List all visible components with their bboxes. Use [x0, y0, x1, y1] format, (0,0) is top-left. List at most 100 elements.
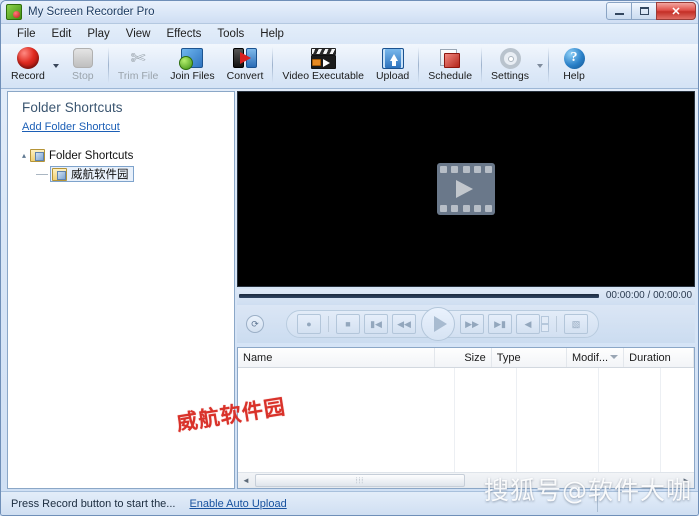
scroll-right-arrow-icon[interactable]: ► [678, 473, 694, 488]
toolbar-label-help: Help [563, 70, 585, 82]
maximize-button[interactable] [631, 2, 657, 20]
tree-connector-line [36, 173, 48, 175]
application-window: My Screen Recorder Pro ✕ File Edit Play … [0, 0, 699, 516]
column-header-modified[interactable]: Modif... [567, 348, 625, 367]
skip-previous-icon[interactable]: ▮◀ [364, 314, 388, 334]
menu-item-view[interactable]: View [118, 26, 159, 42]
toolbar-label-stop: Stop [72, 70, 94, 82]
toolbar-label-trim-file: Trim File [117, 70, 159, 82]
column-header-size[interactable]: Size [435, 348, 492, 367]
scroll-left-arrow-icon[interactable]: ◄ [238, 473, 254, 488]
film-play-icon [437, 163, 495, 215]
minimize-button[interactable] [606, 2, 632, 20]
toolbar-label-video-executable: Video Executable [282, 70, 364, 82]
folder-shortcut-icon [30, 149, 45, 162]
window-controls: ✕ [606, 2, 696, 20]
volume-icon[interactable]: ◀ [516, 314, 540, 334]
toolbar-separator [418, 47, 420, 83]
menu-bar: File Edit Play View Effects Tools Help [1, 24, 698, 44]
seek-slider[interactable] [239, 294, 599, 298]
toolbar-label-schedule: Schedule [428, 70, 473, 82]
menu-item-effects[interactable]: Effects [158, 26, 209, 42]
column-header-name[interactable]: Name [238, 348, 435, 367]
toolbar-button-settings[interactable]: Settings [485, 44, 535, 87]
toolbar: Record Stop ✄ Trim File Join Files Conve… [1, 44, 698, 89]
fast-forward-icon[interactable]: ▶▶ [460, 314, 484, 334]
file-list: Name Size Type Modif... Duration ◄ ⦙⦙⦙ ► [237, 347, 695, 489]
toolbar-label-join-files: Join Files [170, 70, 215, 82]
title-bar: My Screen Recorder Pro ✕ [1, 1, 698, 24]
sort-descending-icon [610, 355, 619, 359]
maximize-icon [639, 7, 649, 15]
volume-stepper[interactable] [541, 316, 549, 332]
toolbar-button-help[interactable]: ? Help [552, 44, 596, 87]
menu-item-file[interactable]: File [9, 26, 44, 42]
video-preview[interactable] [237, 91, 695, 287]
toolbar-label-convert: Convert [226, 70, 264, 82]
status-bar: Press Record button to start the... Enab… [1, 491, 698, 515]
chevron-expand-icon[interactable]: ▴ [18, 151, 30, 160]
toolbar-separator [481, 47, 483, 83]
fullscreen-icon[interactable]: ▧ [564, 314, 588, 334]
record-icon [15, 46, 41, 70]
horizontal-scrollbar[interactable]: ◄ ⦙⦙⦙ ► [238, 472, 694, 488]
status-message: Press Record button to start the... [11, 497, 176, 510]
join-files-icon [179, 46, 205, 70]
tree-node-child[interactable]: 威航软件园 [36, 166, 234, 182]
upload-icon [380, 46, 406, 70]
toolbar-button-join-files[interactable]: Join Files [164, 44, 220, 87]
column-header-modified-label: Modif... [572, 351, 609, 364]
toolbar-button-convert[interactable]: Convert [221, 44, 270, 87]
stop-square-icon[interactable]: ■ [336, 314, 360, 334]
skip-next-icon[interactable]: ▶▮ [488, 314, 512, 334]
minimize-icon [614, 12, 624, 15]
menu-item-tools[interactable]: Tools [209, 26, 252, 42]
status-divider [597, 495, 598, 512]
enable-auto-upload-link[interactable]: Enable Auto Upload [189, 498, 286, 510]
folder-shortcut-icon [52, 167, 67, 181]
record-circle-icon[interactable]: ● [297, 314, 321, 334]
transport-controls: ⟳ ● ■ ▮◀ ◀◀ ▶▶ ▶▮ ◀ ▧ [237, 305, 695, 343]
toolbar-label-upload: Upload [375, 70, 410, 82]
convert-icon [232, 46, 258, 70]
playback-time-label: 00:00:00 / 00:00:00 [605, 290, 692, 301]
close-button[interactable]: ✕ [656, 2, 696, 20]
menu-item-edit[interactable]: Edit [44, 26, 80, 42]
stop-icon [70, 46, 96, 70]
toolbar-label-record: Record [11, 70, 45, 82]
add-folder-shortcut-link[interactable]: Add Folder Shortcut [8, 121, 120, 133]
toolbar-separator [548, 47, 549, 83]
toolbar-button-trim-file[interactable]: ✄ Trim File [112, 44, 164, 87]
scrollbar-thumb[interactable]: ⦙⦙⦙ [255, 474, 465, 487]
scissors-icon: ✄ [130, 48, 146, 68]
playback-controls: ● ■ ▮◀ ◀◀ ▶▶ ▶▮ ◀ ▧ [286, 307, 599, 341]
toolbar-label-settings: Settings [491, 70, 529, 82]
tree-node-child-selected[interactable]: 威航软件园 [50, 166, 134, 182]
record-dropdown-caret-icon[interactable] [52, 64, 59, 68]
window-title: My Screen Recorder Pro [28, 6, 155, 18]
menu-item-play[interactable]: Play [79, 26, 117, 42]
app-logo-icon [6, 4, 22, 20]
toolbar-separator [272, 47, 274, 83]
toolbar-separator [107, 47, 109, 83]
toolbar-button-stop[interactable]: Stop [61, 44, 105, 87]
toolbar-button-schedule[interactable]: Schedule [422, 44, 478, 87]
video-executable-icon [310, 46, 336, 70]
toolbar-button-video-executable[interactable]: Video Executable [276, 44, 370, 87]
toolbar-button-record[interactable]: Record [5, 44, 51, 87]
loop-icon[interactable]: ⟳ [246, 315, 264, 333]
tree-node-root[interactable]: ▴ Folder Shortcuts [18, 147, 234, 164]
tree-node-root-label: Folder Shortcuts [49, 149, 134, 162]
play-icon[interactable] [421, 307, 455, 341]
gear-icon [497, 46, 523, 70]
control-separator [556, 316, 557, 332]
menu-item-help[interactable]: Help [252, 26, 292, 42]
tree-node-child-label: 威航软件园 [71, 169, 129, 181]
file-list-body[interactable] [238, 368, 694, 472]
settings-dropdown-caret-icon[interactable] [537, 64, 543, 68]
panel-title: Folder Shortcuts [22, 100, 123, 115]
rewind-icon[interactable]: ◀◀ [392, 314, 416, 334]
column-header-duration[interactable]: Duration [624, 348, 694, 367]
toolbar-button-upload[interactable]: Upload [370, 44, 415, 87]
column-header-type[interactable]: Type [492, 348, 567, 367]
